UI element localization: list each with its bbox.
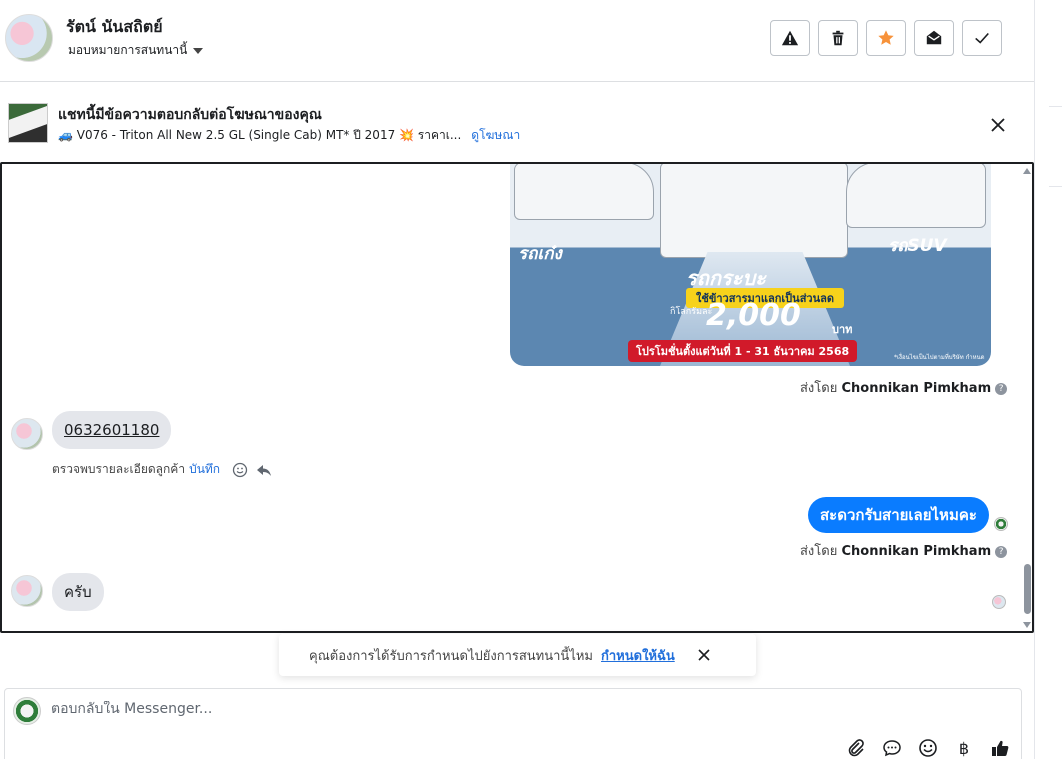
thumbs-up-icon (992, 740, 1009, 756)
paperclip-icon (848, 739, 864, 757)
delete-button[interactable] (818, 20, 858, 56)
reminder-text: คุณต้องการได้รับการกำหนดไปยังการสนทนานี้… (309, 648, 593, 664)
promo-date: โปรโมชั่นตั้งแต่วันที่ 1 - 31 ธันวาคม 25… (628, 340, 858, 362)
close-icon[interactable] (695, 646, 713, 664)
customer-detail-detected: ตรวจพบรายละเอียดลูกค้า บันทึก (52, 460, 272, 479)
seen-by-page-avatar (994, 517, 1008, 531)
contact-name[interactable]: รัตน์ นันสถิตย์ (66, 15, 163, 40)
baht-icon: ฿ (958, 738, 970, 758)
ad-reply-banner: แชทนี้มีข้อความตอบกลับต่อโฆษณาของคุณ 🚙 V… (0, 83, 1034, 162)
contact-avatar-small[interactable] (11, 575, 43, 607)
incoming-message[interactable]: ครับ (52, 573, 104, 611)
reply-composer: ฿ (4, 688, 1022, 759)
caret-down-icon (193, 47, 204, 54)
ad-thumbnail[interactable] (8, 103, 48, 143)
sedan-car-image (514, 164, 654, 220)
sender-name: Chonnikan Pimkham (841, 544, 992, 559)
promo-label-suv: รถSUV (888, 236, 947, 256)
promo-label-sedan: รถเก๋ง (518, 244, 562, 264)
divider (1049, 186, 1062, 187)
phone-number-message[interactable]: 0632601180 (52, 411, 172, 449)
promo-price: 2,000 (706, 298, 801, 333)
smile-reaction-icon[interactable] (232, 462, 248, 478)
assign-label: มอบหมายการสนทนานี้ (68, 43, 188, 57)
mark-spam-button[interactable] (770, 20, 810, 56)
attach-button[interactable] (845, 737, 867, 759)
contact-avatar-small[interactable] (11, 418, 43, 450)
ad-banner-title: แชทนี้มีข้อความตอบกลับต่อโฆษณาของคุณ (58, 107, 322, 123)
sent-by-prefix: ส่งโดย (800, 544, 838, 559)
save-detail-link[interactable]: บันทึก (189, 460, 220, 479)
emoji-icon (919, 739, 937, 757)
reply-input[interactable] (51, 701, 951, 717)
page-avatar (13, 697, 41, 725)
alert-triangle-icon (781, 30, 799, 46)
envelope-open-icon (926, 30, 942, 45)
assign-to-me-link[interactable]: กำหนดให้ฉัน (601, 645, 675, 666)
ad-description: 🚙 V076 - Triton All New 2.5 GL (Single C… (58, 128, 462, 142)
assign-dropdown[interactable]: มอบหมายการสนทนานี้ (68, 41, 204, 60)
ad-banner-subtitle: 🚙 V076 - Triton All New 2.5 GL (Single C… (58, 126, 520, 145)
suv-car-image (846, 164, 986, 228)
right-panel-edge (1034, 0, 1062, 759)
star-button[interactable] (866, 20, 906, 56)
message-thread: รถเก๋ง รถSUV รถกระบะ ใช้ข้าวสารมาแลกเป็น… (0, 162, 1034, 633)
emoji-button[interactable] (917, 737, 939, 759)
seen-by-contact-avatar (992, 595, 1006, 609)
view-ad-link[interactable]: ดูโฆษณา (471, 128, 520, 142)
trash-icon (832, 30, 844, 46)
thread-scrollbar[interactable] (1020, 164, 1032, 631)
sender-name: Chonnikan Pimkham (841, 381, 992, 396)
outgoing-message[interactable]: สะดวกรับสายเลยไหมคะ (808, 497, 989, 533)
mark-unread-button[interactable] (914, 20, 954, 56)
chat-bubble-icon (883, 740, 901, 757)
promo-image-attachment[interactable]: รถเก๋ง รถSUV รถกระบะ ใช้ข้าวสารมาแลกเป็น… (510, 164, 991, 366)
scroll-thumb[interactable] (1024, 564, 1031, 614)
promo-unit: บาท (832, 323, 853, 336)
contact-avatar[interactable] (5, 14, 53, 62)
sent-by-label: ส่งโดย Chonnikan Pimkham? (800, 540, 1008, 561)
sent-by-prefix: ส่งโดย (800, 381, 838, 396)
close-icon[interactable] (986, 113, 1010, 137)
reply-arrow-icon[interactable] (256, 462, 272, 478)
sent-by-label: ส่งโดย Chonnikan Pimkham? (800, 377, 1008, 398)
promo-fine-print: *เงื่อนไขเป็นไปตามที่บริษัท กำหนด (894, 354, 985, 361)
payment-button[interactable]: ฿ (953, 737, 975, 759)
divider (1049, 106, 1062, 107)
mark-done-button[interactable] (962, 20, 1002, 56)
saved-replies-button[interactable] (881, 737, 903, 759)
help-icon[interactable]: ? (995, 546, 1008, 558)
detected-text: ตรวจพบรายละเอียดลูกค้า (52, 462, 186, 476)
check-icon (975, 32, 989, 44)
help-icon[interactable]: ? (995, 383, 1008, 395)
like-button[interactable] (989, 737, 1011, 759)
pickup-truck-image (660, 164, 848, 258)
assign-reminder-toast: คุณต้องการได้รับการกำหนดไปยังการสนทนานี้… (279, 634, 756, 676)
inbox-conversation-view: รัตน์ นันสถิตย์ มอบหมายการสนทนานี้ แชทนี… (0, 0, 1062, 759)
star-icon (878, 30, 894, 45)
conversation-header: รัตน์ นันสถิตย์ มอบหมายการสนทนานี้ (0, 0, 1034, 82)
composer-toolbar: ฿ (845, 737, 1011, 759)
scroll-down-arrow[interactable] (1023, 622, 1031, 628)
scroll-up-arrow[interactable] (1023, 168, 1031, 174)
